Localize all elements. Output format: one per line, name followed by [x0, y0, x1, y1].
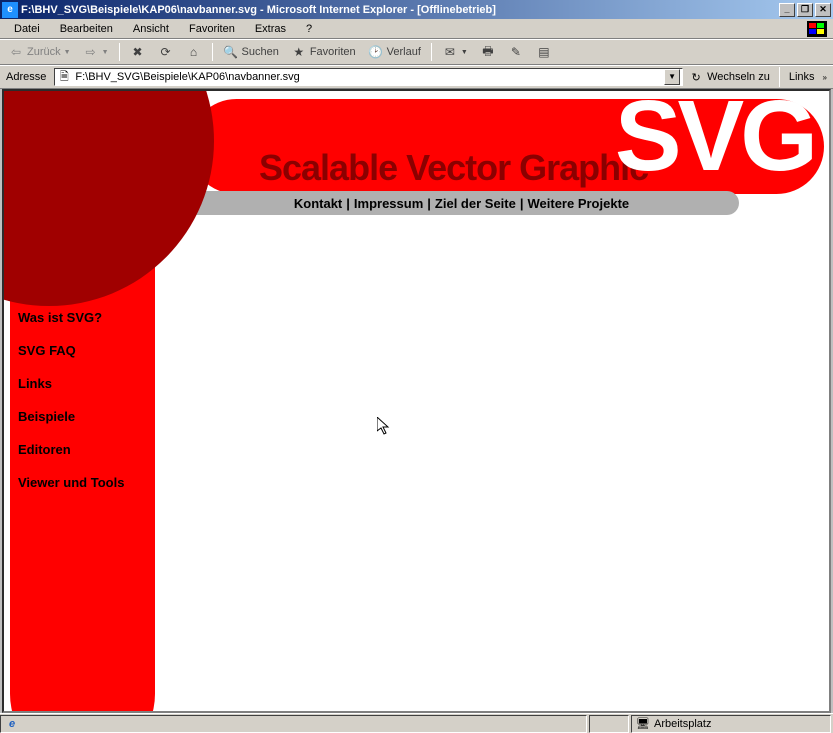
status-zone-cell: 🖥 Arbeitsplatz — [631, 715, 831, 733]
home-button[interactable]: ⌂ — [182, 42, 206, 62]
address-input[interactable]: 🗎 F:\BHV_SVG\Beispiele\KAP06\navbanner.s… — [54, 68, 683, 86]
go-button[interactable]: ↻ Wechseln zu — [689, 70, 770, 84]
edit-button[interactable]: ✎ — [504, 42, 528, 62]
address-dropdown-button[interactable]: ▼ — [664, 69, 680, 85]
history-label: Verlauf — [387, 46, 421, 58]
sidebar-item-svg-faq[interactable]: SVG FAQ — [18, 343, 155, 358]
refresh-button[interactable]: ⟳ — [154, 42, 178, 62]
toolbar: ⇦ Zurück ▼ ⇨ ▼ ✖ ⟳ ⌂ 🔍 Suchen ★ Favorite… — [0, 39, 833, 65]
maximize-button[interactable]: ❐ — [797, 3, 813, 17]
mail-button[interactable]: ✉ ▼ — [438, 42, 472, 62]
ie-app-icon: e — [2, 2, 18, 18]
stop-button[interactable]: ✖ — [126, 42, 150, 62]
nav-impressum[interactable]: Impressum — [354, 196, 423, 211]
discuss-button[interactable]: ▤ — [532, 42, 556, 62]
horizontal-nav: Kontakt | Impressum | Ziel der Seite | W… — [184, 191, 739, 215]
file-icon: 🗎 — [57, 70, 71, 84]
forward-arrow-icon: ⇨ — [83, 44, 99, 60]
menu-extras[interactable]: Extras — [247, 21, 294, 37]
edit-icon: ✎ — [508, 44, 524, 60]
search-icon: 🔍 — [223, 44, 239, 60]
back-arrow-icon: ⇦ — [8, 44, 24, 60]
status-cell — [589, 715, 629, 733]
close-button[interactable]: ✕ — [815, 3, 831, 17]
stop-icon: ✖ — [130, 44, 146, 60]
address-value: F:\BHV_SVG\Beispiele\KAP06\navbanner.svg — [75, 71, 299, 83]
zone-icon: 🖥 — [636, 717, 650, 731]
chevron-down-icon: ▼ — [102, 49, 109, 56]
refresh-icon: ⟳ — [158, 44, 174, 60]
nav-separator: | — [346, 196, 350, 211]
menu-datei[interactable]: Datei — [6, 21, 48, 37]
nav-kontakt[interactable]: Kontakt — [294, 196, 342, 211]
svg-document: Scalable Vector Graphic SVG Kontakt | Im… — [4, 91, 829, 711]
back-button[interactable]: ⇦ Zurück ▼ — [4, 42, 75, 62]
history-button[interactable]: 🕑 Verlauf — [364, 42, 425, 62]
window-title: F:\BHV_SVG\Beispiele\KAP06\navbanner.svg… — [21, 4, 779, 16]
status-bar: e 🖥 Arbeitsplatz — [0, 713, 833, 733]
minimize-button[interactable]: _ — [779, 3, 795, 17]
menu-hilfe[interactable]: ? — [298, 21, 320, 37]
ie-status-icon: e — [5, 717, 19, 731]
menu-ansicht[interactable]: Ansicht — [125, 21, 177, 37]
chevron-down-icon: ▼ — [461, 49, 468, 56]
address-bar: Adresse 🗎 F:\BHV_SVG\Beispiele\KAP06\nav… — [0, 65, 833, 89]
links-label[interactable]: Links — [789, 71, 815, 83]
discuss-icon: ▤ — [536, 44, 552, 60]
windows-flag-icon — [807, 21, 827, 37]
favorites-button[interactable]: ★ Favoriten — [287, 42, 360, 62]
toolbar-separator — [212, 43, 213, 61]
go-icon: ↻ — [689, 70, 703, 84]
sidebar-item-viewer-tools[interactable]: Viewer und Tools — [18, 475, 155, 490]
sidebar-item-beispiele[interactable]: Beispiele — [18, 409, 155, 424]
window-titlebar: e F:\BHV_SVG\Beispiele\KAP06\navbanner.s… — [0, 0, 833, 19]
chevron-down-icon: ▼ — [64, 49, 71, 56]
banner-subtitle: Scalable Vector Graphic — [259, 147, 648, 189]
print-button[interactable]: 🖶 — [476, 42, 500, 62]
nav-projekte[interactable]: Weitere Projekte — [527, 196, 629, 211]
decorative-circle — [2, 89, 214, 306]
history-icon: 🕑 — [368, 44, 384, 60]
banner-logo-text: SVG — [615, 89, 814, 186]
print-icon: 🖶 — [480, 44, 496, 60]
favorites-label: Favoriten — [310, 46, 356, 58]
toolbar-separator — [431, 43, 432, 61]
search-label: Suchen — [242, 46, 279, 58]
nav-separator: | — [427, 196, 431, 211]
menu-bearbeiten[interactable]: Bearbeiten — [52, 21, 121, 37]
toolbar-separator — [119, 43, 120, 61]
go-label: Wechseln zu — [707, 71, 770, 83]
menu-bar: Datei Bearbeiten Ansicht Favoriten Extra… — [0, 19, 833, 39]
search-button[interactable]: 🔍 Suchen — [219, 42, 283, 62]
browser-viewport: Scalable Vector Graphic SVG Kontakt | Im… — [2, 89, 831, 713]
sidebar-item-editoren[interactable]: Editoren — [18, 442, 155, 457]
status-main-cell: e — [0, 715, 587, 733]
mouse-cursor-icon — [377, 417, 393, 442]
status-zone-text: Arbeitsplatz — [654, 718, 711, 730]
home-icon: ⌂ — [186, 44, 202, 60]
sidebar-item-was-ist-svg[interactable]: Was ist SVG? — [18, 310, 155, 325]
back-label: Zurück — [27, 46, 61, 58]
sidebar-item-links[interactable]: Links — [18, 376, 155, 391]
forward-button[interactable]: ⇨ ▼ — [79, 42, 113, 62]
menu-favoriten[interactable]: Favoriten — [181, 21, 243, 37]
mail-icon: ✉ — [442, 44, 458, 60]
favorites-icon: ★ — [291, 44, 307, 60]
nav-separator: | — [520, 196, 524, 211]
nav-ziel[interactable]: Ziel der Seite — [435, 196, 516, 211]
address-label: Adresse — [4, 71, 48, 83]
separator — [779, 67, 780, 87]
links-chevron-icon[interactable]: » — [823, 73, 827, 82]
